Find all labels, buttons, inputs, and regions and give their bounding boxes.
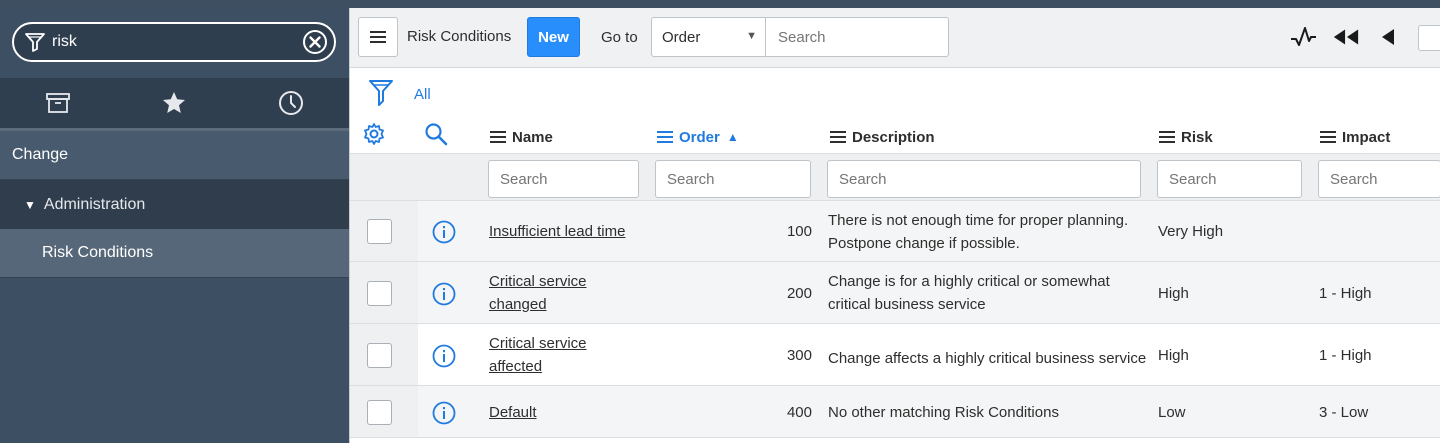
breadcrumb-all[interactable]: All [414,86,431,103]
row-risk: High [1158,347,1189,364]
column-menu-icon[interactable] [830,131,846,143]
row-description: Change affects a highly critical busines… [828,350,1147,367]
filter-icon[interactable] [368,78,394,108]
filter-icon [25,33,45,52]
clear-filter-icon[interactable] [302,29,328,55]
goto-field-value: Order [662,28,701,46]
clock-icon [278,91,303,115]
star-icon [163,92,186,113]
row-impact: 1 - High [1319,285,1372,302]
navigator-filter[interactable]: risk [12,22,336,62]
sort-ascending-icon: ▲ [726,130,739,144]
row-checkbox[interactable] [367,400,392,425]
nav-module-administration[interactable]: ▼ Administration [0,180,349,229]
row-name-link[interactable]: Critical service affected [489,332,599,378]
column-header-label: Name [512,128,553,146]
navigator-filter-input[interactable]: risk [52,33,302,51]
column-header-label: Impact [1342,128,1391,146]
row-order: 200 [786,285,812,302]
activity-icon[interactable] [1290,23,1318,51]
tab-all-apps[interactable] [0,78,116,128]
list-header: Risk Conditions New Go to Order ▼ [350,8,1440,68]
sidebar-tabs [0,78,349,128]
goto-label: Go to [601,29,638,46]
row-order: 100 [786,223,812,240]
row-description: No other matching Risk Conditions [828,404,1059,421]
list-context-menu-button[interactable] [358,17,398,57]
list-view: Risk Conditions New Go to Order ▼ Search… [349,8,1440,443]
row-checkbox[interactable] [367,281,392,306]
column-header-risk[interactable]: Risk [1159,121,1213,153]
table-row: Insufficient lead time 100 There is not … [350,201,1440,262]
nav-item-risk-conditions[interactable]: Risk Conditions [0,229,349,278]
column-header-label: Order [679,128,720,146]
column-header-order[interactable]: Order ▲ [657,121,739,153]
search-input-order[interactable] [655,160,811,198]
table-row: Default 400 No other matching Risk Condi… [350,386,1440,438]
tab-favorites[interactable] [116,78,232,128]
column-header-label: Description [852,128,935,146]
sidebar: risk Change ▼ Administration Risk Condit… [0,8,349,443]
archive-icon [46,93,71,113]
row-checkbox[interactable] [367,343,392,368]
info-icon[interactable] [432,344,456,368]
page-number-input[interactable] [1418,25,1440,51]
search-input-name[interactable] [488,160,639,198]
column-menu-icon[interactable] [1159,131,1175,143]
search-icon[interactable] [424,122,448,146]
goto-field-select[interactable]: Order ▼ [651,17,766,57]
gear-icon[interactable] [362,122,386,146]
column-header-label: Risk [1181,128,1213,146]
column-search-row [350,153,1440,201]
column-header-description[interactable]: Description [830,121,935,153]
row-risk: High [1158,285,1189,302]
row-risk: Low [1158,404,1186,421]
table-row: Critical service affected 300 Change aff… [350,324,1440,386]
row-description: Change is for a highly critical or somew… [828,273,1110,313]
row-checkbox[interactable] [367,219,392,244]
row-name-link[interactable]: Default [489,401,639,424]
table-row: Critical service changed 200 Change is f… [350,262,1440,324]
column-header-name[interactable]: Name [490,121,553,153]
new-button[interactable]: New [527,17,580,57]
info-icon[interactable] [432,282,456,306]
row-description: There is not enough time for proper plan… [828,212,1129,252]
row-name-link[interactable]: Critical service changed [489,270,599,316]
row-impact: 3 - Low [1319,404,1369,421]
tab-history[interactable] [233,78,349,128]
row-order: 300 [786,347,812,364]
row-risk: Very High [1158,223,1224,240]
search-input-description[interactable] [827,160,1141,198]
list-title: Risk Conditions [407,28,512,45]
top-strip [0,0,1440,8]
row-impact: 1 - High [1319,347,1372,364]
column-menu-icon[interactable] [657,131,673,143]
column-header-impact[interactable]: Impact [1320,121,1390,153]
search-input-impact[interactable] [1318,160,1440,198]
info-icon[interactable] [432,220,456,244]
row-name-link[interactable]: Insufficient lead time [489,220,639,243]
collapse-triangle-icon: ▼ [24,197,36,212]
column-menu-icon[interactable] [1320,131,1336,143]
nav-app-change[interactable]: Change [0,131,349,180]
column-menu-icon[interactable] [490,131,506,143]
row-order: 400 [786,404,812,421]
dropdown-arrow-icon: ▼ [746,30,757,42]
nav-module-label: Administration [43,195,146,213]
info-icon[interactable] [432,401,456,425]
first-page-icon[interactable] [1332,23,1360,51]
previous-page-icon[interactable] [1374,23,1402,51]
search-input-risk[interactable] [1157,160,1302,198]
goto-search-input[interactable] [765,17,949,57]
hamburger-icon [370,31,386,43]
